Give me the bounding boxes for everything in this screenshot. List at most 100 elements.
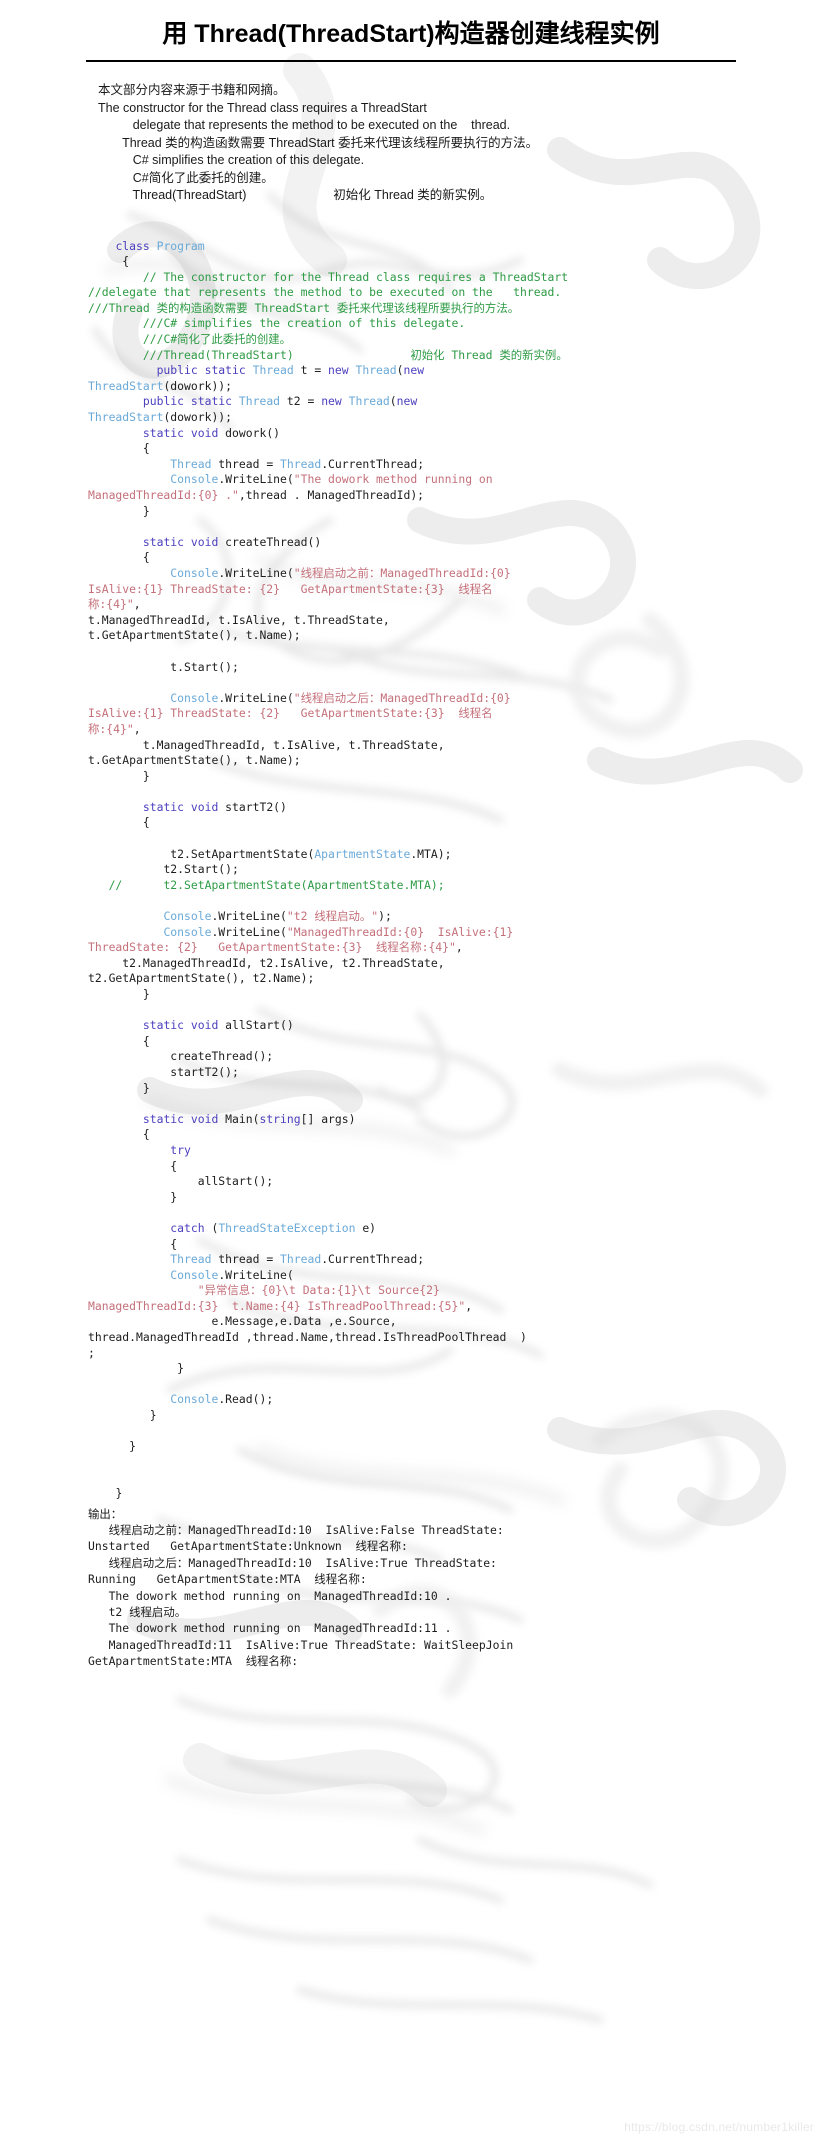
code-token-pln [88, 1283, 198, 1297]
page-title: 用 Thread(ThreadStart)构造器创建线程实例 [162, 20, 660, 48]
code-line: ManagedThreadId:{3} t.Name:{4} IsThreadP… [88, 1299, 810, 1315]
code-token-pln: t2.Start(); [88, 862, 239, 877]
code-line: IsAlive:{1} ThreadState: {2} GetApartmen… [88, 706, 810, 722]
intro-line: delegate that represents the method to b… [98, 118, 511, 132]
code-token-str: "The dowork method running on [293, 472, 493, 487]
code-token-pln [88, 457, 170, 471]
code-token-pln [88, 472, 170, 486]
code-line: } [88, 504, 810, 520]
code-token-pln: { [88, 254, 130, 269]
code-token-cmt: ///Thread(ThreadStart) 初始化 Thread 类的新实例。 [88, 347, 568, 362]
code-line: ThreadStart(dowork)); [88, 379, 810, 395]
program-output-block: 输出： 线程启动之前：ManagedThreadId:10 IsAlive:Fa… [0, 1506, 822, 1696]
code-token-cmt: //delegate that represents the method to… [88, 285, 562, 300]
code-token-pln: startT2(); [88, 1064, 239, 1079]
code-token-pln: t2.ManagedThreadId, t2.IsAlive, t2.Threa… [88, 955, 445, 970]
code-token-kw: class [115, 238, 157, 253]
code-token-pln: (dowork)); [163, 410, 233, 425]
code-token-pln: allStart(); [88, 1174, 274, 1189]
output-line: The dowork method running on ManagedThre… [88, 1621, 452, 1636]
code-line: class Program [88, 239, 810, 255]
code-token-pln: { [88, 1033, 150, 1048]
code-token-kw: catch [170, 1220, 212, 1235]
code-token-pln: allStart() [225, 1018, 294, 1033]
code-line: public static Thread t2 = new Thread(new [88, 394, 810, 410]
code-token-pln: t = [293, 363, 329, 378]
code-token-kw: public static [156, 363, 253, 378]
code-token-cmt: ///C# simplifies the creation of this de… [88, 316, 466, 331]
code-line: { [88, 550, 810, 566]
intro-line: C#简化了此委托的创建。 [98, 170, 274, 185]
code-token-kw: static void [142, 534, 226, 549]
code-line: t.ManagedThreadId, t.IsAlive, t.ThreadSt… [88, 613, 810, 629]
code-token-typ: Console [170, 690, 219, 705]
code-line: } [88, 1081, 810, 1097]
code-token-pln: , [455, 940, 463, 955]
output-label: 输出： [88, 1506, 123, 1521]
code-token-pln: } [88, 768, 150, 783]
code-token-pln: .WriteLine( [218, 565, 294, 580]
code-token-pln: thread = [211, 456, 281, 471]
code-line: 称:{4}", [88, 722, 810, 738]
output-line: Running GetApartmentState:MTA 线程名称: [88, 1572, 367, 1587]
code-token-kw: static void [142, 1018, 226, 1033]
code-token-pln [88, 800, 143, 814]
code-line: public static Thread t = new Thread(new [88, 363, 810, 379]
code-token-str: 称:{4}" [88, 597, 134, 612]
code-token-pln: } [88, 1361, 185, 1376]
code-token-typ: Thread [348, 394, 390, 409]
code-token-kw: string [259, 1111, 301, 1126]
output-line: 线程启动之前：ManagedThreadId:10 IsAlive:False … [88, 1523, 504, 1537]
code-line: Console.WriteLine("t2 线程启动。"); [88, 909, 810, 925]
code-token-typ: Thread [252, 363, 294, 378]
code-line: ///Thread(ThreadStart) 初始化 Thread 类的新实例。 [88, 348, 810, 364]
code-token-pln: ( [396, 363, 404, 378]
code-token-pln: t2.GetApartmentState(), t2.Name); [88, 971, 315, 986]
code-token-pln: } [88, 1439, 137, 1454]
code-line: e.Message,e.Data ,e.Source, [88, 1314, 810, 1330]
code-token-typ: Thread [280, 1252, 322, 1267]
code-line: createThread(); [88, 1049, 810, 1065]
code-line: Thread thread = Thread.CurrentThread; [88, 1252, 810, 1268]
code-token-typ: Console [163, 924, 212, 939]
code-token-cmt: t2.SetApartmentState(ApartmentState.MTA)… [149, 877, 445, 892]
code-token-pln [88, 1143, 170, 1157]
code-token-pln: .CurrentThread; [321, 456, 425, 471]
code-line: { [88, 1159, 810, 1175]
code-token-str: ThreadState: {2} GetApartmentState:{3} 线… [88, 940, 456, 955]
code-token-typ: Thread [238, 394, 281, 409]
code-line: { [88, 815, 810, 831]
code-token-kw: static void [142, 1111, 226, 1126]
code-line: ; [88, 1346, 810, 1362]
code-token-typ: Thread [355, 363, 397, 378]
code-line: ManagedThreadId:{0} .",thread . ManagedT… [88, 488, 810, 504]
code-token-kw: new [403, 363, 425, 378]
code-line: // t2.SetApartmentState(ApartmentState.M… [88, 878, 810, 894]
code-line: IsAlive:{1} ThreadState: {2} GetApartmen… [88, 582, 810, 598]
code-token-typ: ApartmentState [314, 846, 411, 861]
code-line: allStart(); [88, 1174, 810, 1190]
code-token-str: ManagedThreadId:{3} t.Name:{4} IsThreadP… [88, 1298, 466, 1313]
code-line: static void allStart() [88, 1018, 810, 1034]
code-token-str: "ManagedThreadId:{0} IsAlive:{1} [286, 924, 514, 939]
code-token-pln: thread = [211, 1252, 281, 1267]
code-token-pln: ,thread . ManagedThreadId); [238, 488, 425, 502]
code-token-pln: .WriteLine( [211, 909, 287, 924]
code-token-pln: createThread(); [88, 1049, 274, 1064]
code-token-pln [88, 1018, 143, 1032]
code-token-pln: .WriteLine( [218, 472, 294, 487]
code-token-pln: createThread() [225, 534, 322, 549]
code-token-pln: ( [389, 394, 397, 409]
code-token-str: IsAlive:{1} ThreadState: {2} GetApartmen… [88, 706, 493, 721]
code-line: { [88, 441, 810, 457]
code-line: } [88, 987, 810, 1003]
code-token-pln: } [88, 987, 150, 1001]
code-token-typ: Thread [280, 456, 322, 471]
code-line: Console.WriteLine("The dowork method run… [88, 472, 810, 488]
code-token-typ: Console [170, 1267, 219, 1282]
code-line: t2.Start(); [88, 862, 810, 878]
